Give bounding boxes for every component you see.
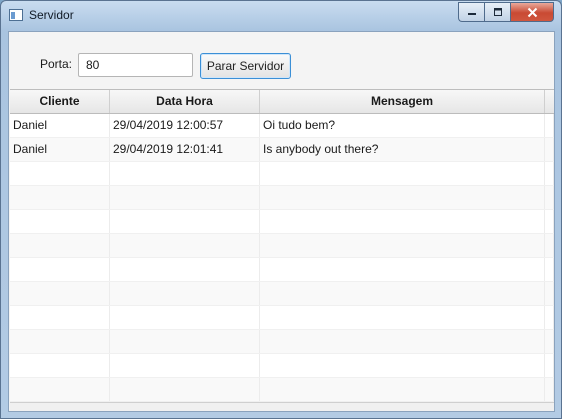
close-icon — [527, 7, 537, 17]
cell-empty — [110, 186, 260, 209]
cell-filler — [545, 354, 554, 377]
horizontal-scrollbar[interactable] — [10, 402, 554, 411]
cell-filler — [545, 210, 554, 233]
cell-empty — [10, 330, 110, 353]
cell-empty — [10, 354, 110, 377]
cell-mensagem: Oi tudo bem? — [260, 114, 545, 137]
table-body: Daniel 29/04/2019 12:00:57 Oi tudo bem? … — [10, 114, 554, 402]
cell-empty — [110, 258, 260, 281]
empty-table-row — [10, 354, 554, 378]
cell-cliente: Daniel — [10, 138, 110, 161]
stop-server-button[interactable]: Parar Servidor — [200, 53, 291, 79]
cell-filler — [545, 162, 554, 185]
app-window: Servidor Porta: Parar Servidor Cliente D… — [0, 0, 562, 419]
window-title: Servidor — [29, 8, 74, 22]
empty-table-row — [10, 186, 554, 210]
title-bar[interactable]: Servidor — [1, 1, 561, 31]
cell-empty — [10, 210, 110, 233]
empty-table-row — [10, 210, 554, 234]
cell-empty — [260, 258, 545, 281]
cell-empty — [110, 210, 260, 233]
empty-table-row — [10, 162, 554, 186]
cell-empty — [10, 306, 110, 329]
cell-filler — [545, 258, 554, 281]
cell-empty — [110, 378, 260, 401]
table-row[interactable]: Daniel 29/04/2019 12:01:41 Is anybody ou… — [10, 138, 554, 162]
cell-filler — [545, 114, 554, 137]
cell-data-hora: 29/04/2019 12:00:57 — [110, 114, 260, 137]
cell-empty — [10, 162, 110, 185]
window-controls — [458, 2, 554, 22]
column-header-cliente[interactable]: Cliente — [10, 90, 110, 113]
cell-empty — [110, 330, 260, 353]
cell-filler — [545, 234, 554, 257]
cell-filler — [545, 378, 554, 401]
server-controls: Porta: Parar Servidor — [9, 32, 554, 89]
cell-empty — [10, 282, 110, 305]
cell-empty — [110, 354, 260, 377]
minimize-icon — [467, 13, 476, 15]
cell-mensagem: Is anybody out there? — [260, 138, 545, 161]
close-button[interactable] — [510, 2, 554, 22]
empty-table-row — [10, 234, 554, 258]
empty-table-row — [10, 306, 554, 330]
cell-filler — [545, 330, 554, 353]
cell-empty — [10, 234, 110, 257]
cell-empty — [10, 258, 110, 281]
cell-filler — [545, 186, 554, 209]
empty-table-row — [10, 282, 554, 306]
port-input[interactable] — [78, 53, 193, 77]
app-icon — [9, 9, 23, 21]
cell-empty — [260, 162, 545, 185]
cell-empty — [110, 162, 260, 185]
messages-table: Cliente Data Hora Mensagem Daniel 29/04/… — [10, 89, 554, 411]
port-label: Porta: — [40, 57, 73, 71]
cell-filler — [545, 138, 554, 161]
cell-empty — [110, 306, 260, 329]
cell-empty — [260, 234, 545, 257]
cell-empty — [10, 378, 110, 401]
table-header: Cliente Data Hora Mensagem — [10, 90, 554, 114]
table-row[interactable]: Daniel 29/04/2019 12:00:57 Oi tudo bem? — [10, 114, 554, 138]
cell-empty — [260, 306, 545, 329]
window-content: Porta: Parar Servidor Cliente Data Hora … — [8, 31, 555, 412]
cell-empty — [260, 282, 545, 305]
cell-empty — [260, 354, 545, 377]
cell-empty — [10, 186, 110, 209]
maximize-button[interactable] — [484, 2, 510, 22]
column-header-mensagem[interactable]: Mensagem — [260, 90, 545, 113]
cell-filler — [545, 282, 554, 305]
cell-empty — [260, 186, 545, 209]
cell-filler — [545, 306, 554, 329]
column-header-filler — [545, 90, 554, 113]
column-header-data-hora[interactable]: Data Hora — [110, 90, 260, 113]
empty-table-row — [10, 378, 554, 402]
empty-table-row — [10, 258, 554, 282]
maximize-icon — [493, 8, 502, 16]
cell-data-hora: 29/04/2019 12:01:41 — [110, 138, 260, 161]
cell-cliente: Daniel — [10, 114, 110, 137]
cell-empty — [110, 282, 260, 305]
empty-table-row — [10, 330, 554, 354]
cell-empty — [260, 378, 545, 401]
cell-empty — [260, 210, 545, 233]
cell-empty — [110, 234, 260, 257]
cell-empty — [260, 330, 545, 353]
minimize-button[interactable] — [458, 2, 484, 22]
